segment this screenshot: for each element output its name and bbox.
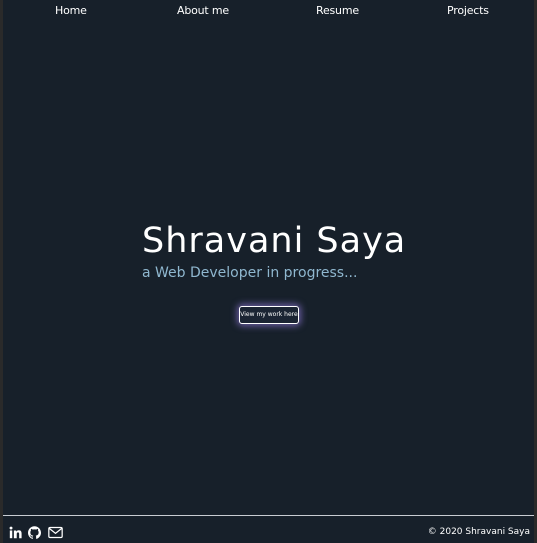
nav-item-projects[interactable]: Projects xyxy=(447,4,489,17)
nav-item-resume[interactable]: Resume xyxy=(316,4,359,17)
view-work-button[interactable]: View my work here xyxy=(239,306,299,324)
page: Home About me Resume Projects Shravani S… xyxy=(3,0,534,543)
mail-icon[interactable] xyxy=(48,524,63,539)
nav-item-home[interactable]: Home xyxy=(55,4,87,17)
github-icon[interactable] xyxy=(28,524,41,539)
copyright-text: © 2020 Shravani Saya xyxy=(427,527,530,537)
linkedin-icon[interactable] xyxy=(9,524,22,539)
hero: Shravani Saya a Web Developer in progres… xyxy=(142,218,406,281)
top-nav: Home About me Resume Projects xyxy=(3,0,534,24)
hero-tagline: a Web Developer in progress... xyxy=(142,265,358,281)
footer: © 2020 Shravani Saya xyxy=(3,516,534,540)
hero-name: Shravani Saya xyxy=(142,221,407,261)
nav-item-about-me[interactable]: About me xyxy=(177,4,229,17)
